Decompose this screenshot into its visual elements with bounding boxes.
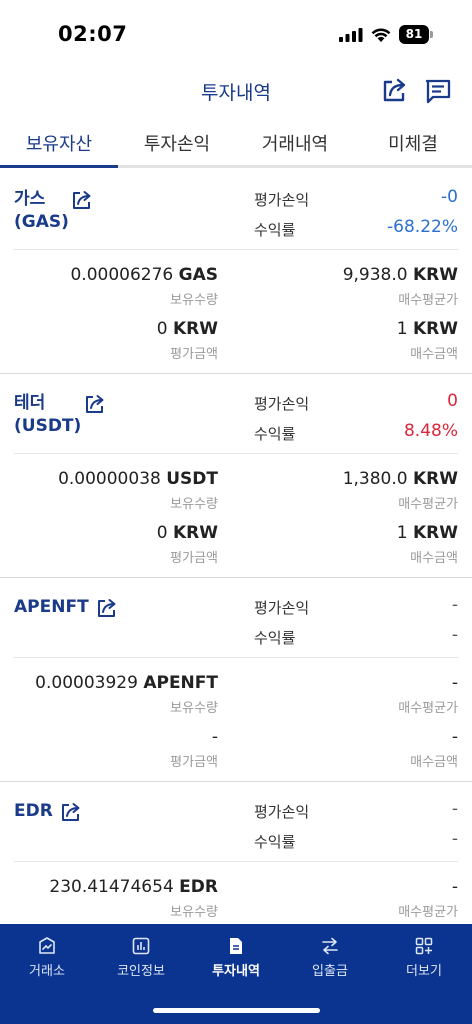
eval-pnl-label: 평가손익: [254, 599, 310, 617]
return-rate-label: 수익률: [254, 629, 296, 647]
eval-pnl-label: 평가손익: [254, 191, 310, 209]
avg-buy-price-label: 매수평균가: [398, 497, 458, 512]
avg-buy-price-value: -: [451, 877, 458, 897]
transfer-icon: [322, 937, 338, 955]
divider: [14, 249, 458, 250]
holding-qty-label: 보유수량: [170, 497, 218, 512]
share-icon[interactable]: [96, 597, 118, 619]
share-icon[interactable]: [84, 393, 106, 415]
nav-exchange[interactable]: 거래소: [7, 936, 87, 979]
buy-amount-value: 1 KRW: [396, 523, 458, 543]
eval-amount-label: 평가금액: [170, 755, 218, 770]
eval-pnl-value: -: [451, 799, 458, 819]
holding-qty-value: 0.00003929 APENFT: [35, 673, 218, 693]
return-rate-value: 8.48%: [403, 421, 458, 441]
home-indicator: [153, 1008, 320, 1013]
holding-qty-value: 0.00006276 GAS: [70, 265, 218, 285]
nav-label: 거래소: [29, 964, 65, 979]
buy-amount-label: 매수금액: [410, 551, 458, 566]
coin-card-usdt[interactable]: 테더 (USDT) 평가손익 0 수익률 8.48% 0.00000038 US…: [0, 375, 472, 578]
return-rate-value: -: [451, 829, 458, 849]
document-icon: [230, 938, 242, 954]
buy-amount-value: 1 KRW: [396, 319, 458, 339]
battery-level: 81: [399, 25, 429, 44]
buy-amount-label: 매수금액: [410, 755, 458, 770]
tab-investment-pnl[interactable]: 투자손익: [118, 130, 236, 156]
tab-unfilled-orders[interactable]: 미체결: [354, 130, 472, 156]
coin-card-edr[interactable]: EDR 평가손익 - 수익률 - 230.41474654 EDR 보유수량 -…: [0, 783, 472, 924]
avg-buy-price-value: -: [451, 673, 458, 693]
avg-buy-price-label: 매수평균가: [398, 905, 458, 920]
coin-card-apenft[interactable]: APENFT 평가손익 - 수익률 - 0.00003929 APENFT 보유…: [0, 579, 472, 782]
nav-label: 입출금: [312, 964, 348, 979]
tab-holdings[interactable]: 보유자산: [0, 130, 118, 156]
holding-qty-label: 보유수량: [170, 701, 218, 716]
eval-amount-label: 평가금액: [170, 347, 218, 362]
share-icon[interactable]: [381, 76, 409, 104]
avg-buy-price-label: 매수평균가: [398, 293, 458, 308]
nav-investment-history[interactable]: 투자내역: [196, 936, 276, 979]
coin-name: 테더 (USDT): [14, 393, 82, 436]
divider: [14, 657, 458, 658]
coin-name: 가스 (GAS): [14, 189, 69, 232]
message-icon[interactable]: [424, 78, 452, 104]
holding-qty-value: 0.00000038 USDT: [58, 469, 218, 489]
coin-name: EDR: [14, 801, 53, 821]
nav-label: 더보기: [406, 964, 442, 979]
avg-buy-price-label: 매수평균가: [398, 701, 458, 716]
eval-amount-value: 0 KRW: [156, 523, 218, 543]
signal-icon: [339, 28, 363, 42]
eval-pnl-value: 0: [447, 391, 458, 411]
holding-qty-value: 230.41474654 EDR: [49, 877, 218, 897]
chart-icon: [132, 937, 150, 955]
eval-pnl-label: 평가손익: [254, 803, 310, 821]
nav-deposit-withdraw[interactable]: 입출금: [290, 936, 370, 979]
return-rate-value: -: [451, 625, 458, 645]
share-icon[interactable]: [71, 189, 93, 211]
return-rate-label: 수익률: [254, 221, 296, 239]
status-bar: 02:07 81: [0, 0, 472, 66]
battery-icon: 81: [399, 25, 433, 44]
return-rate-value: -68.22%: [387, 217, 458, 237]
return-rate-label: 수익률: [254, 425, 296, 443]
coin-name: APENFT: [14, 597, 89, 617]
status-time: 02:07: [58, 22, 128, 46]
avg-buy-price-value: 1,380.0 KRW: [342, 469, 458, 489]
exchange-icon: [39, 937, 55, 954]
divider: [14, 453, 458, 454]
holding-qty-label: 보유수량: [170, 905, 218, 920]
active-tab-indicator: [0, 165, 118, 168]
nav-coin-info[interactable]: 코인정보: [101, 936, 181, 979]
eval-amount-label: 평가금액: [170, 551, 218, 566]
coin-card-gas[interactable]: 가스 (GAS) 평가손익 -0 수익률 -68.22% 0.00006276 …: [0, 171, 472, 374]
nav-label: 투자내역: [212, 964, 260, 979]
share-icon[interactable]: [60, 801, 82, 823]
nav-label: 코인정보: [117, 964, 165, 979]
app-header: 투자내역: [0, 66, 472, 116]
divider: [14, 861, 458, 862]
avg-buy-price-value: 9,938.0 KRW: [342, 265, 458, 285]
buy-amount-label: 매수금액: [410, 347, 458, 362]
eval-amount-value: -: [211, 727, 218, 747]
return-rate-label: 수익률: [254, 833, 296, 851]
eval-pnl-label: 평가손익: [254, 395, 310, 413]
eval-amount-value: 0 KRW: [156, 319, 218, 339]
buy-amount-value: -: [451, 727, 458, 747]
tab-bar: 보유자산 투자손익 거래내역 미체결: [0, 120, 472, 168]
eval-pnl-value: -: [451, 595, 458, 615]
wifi-icon: [371, 28, 391, 42]
tab-transaction-history[interactable]: 거래내역: [236, 130, 354, 156]
more-icon: [415, 937, 433, 955]
holding-qty-label: 보유수량: [170, 293, 218, 308]
eval-pnl-value: -0: [441, 187, 458, 207]
nav-more[interactable]: 더보기: [384, 936, 464, 979]
